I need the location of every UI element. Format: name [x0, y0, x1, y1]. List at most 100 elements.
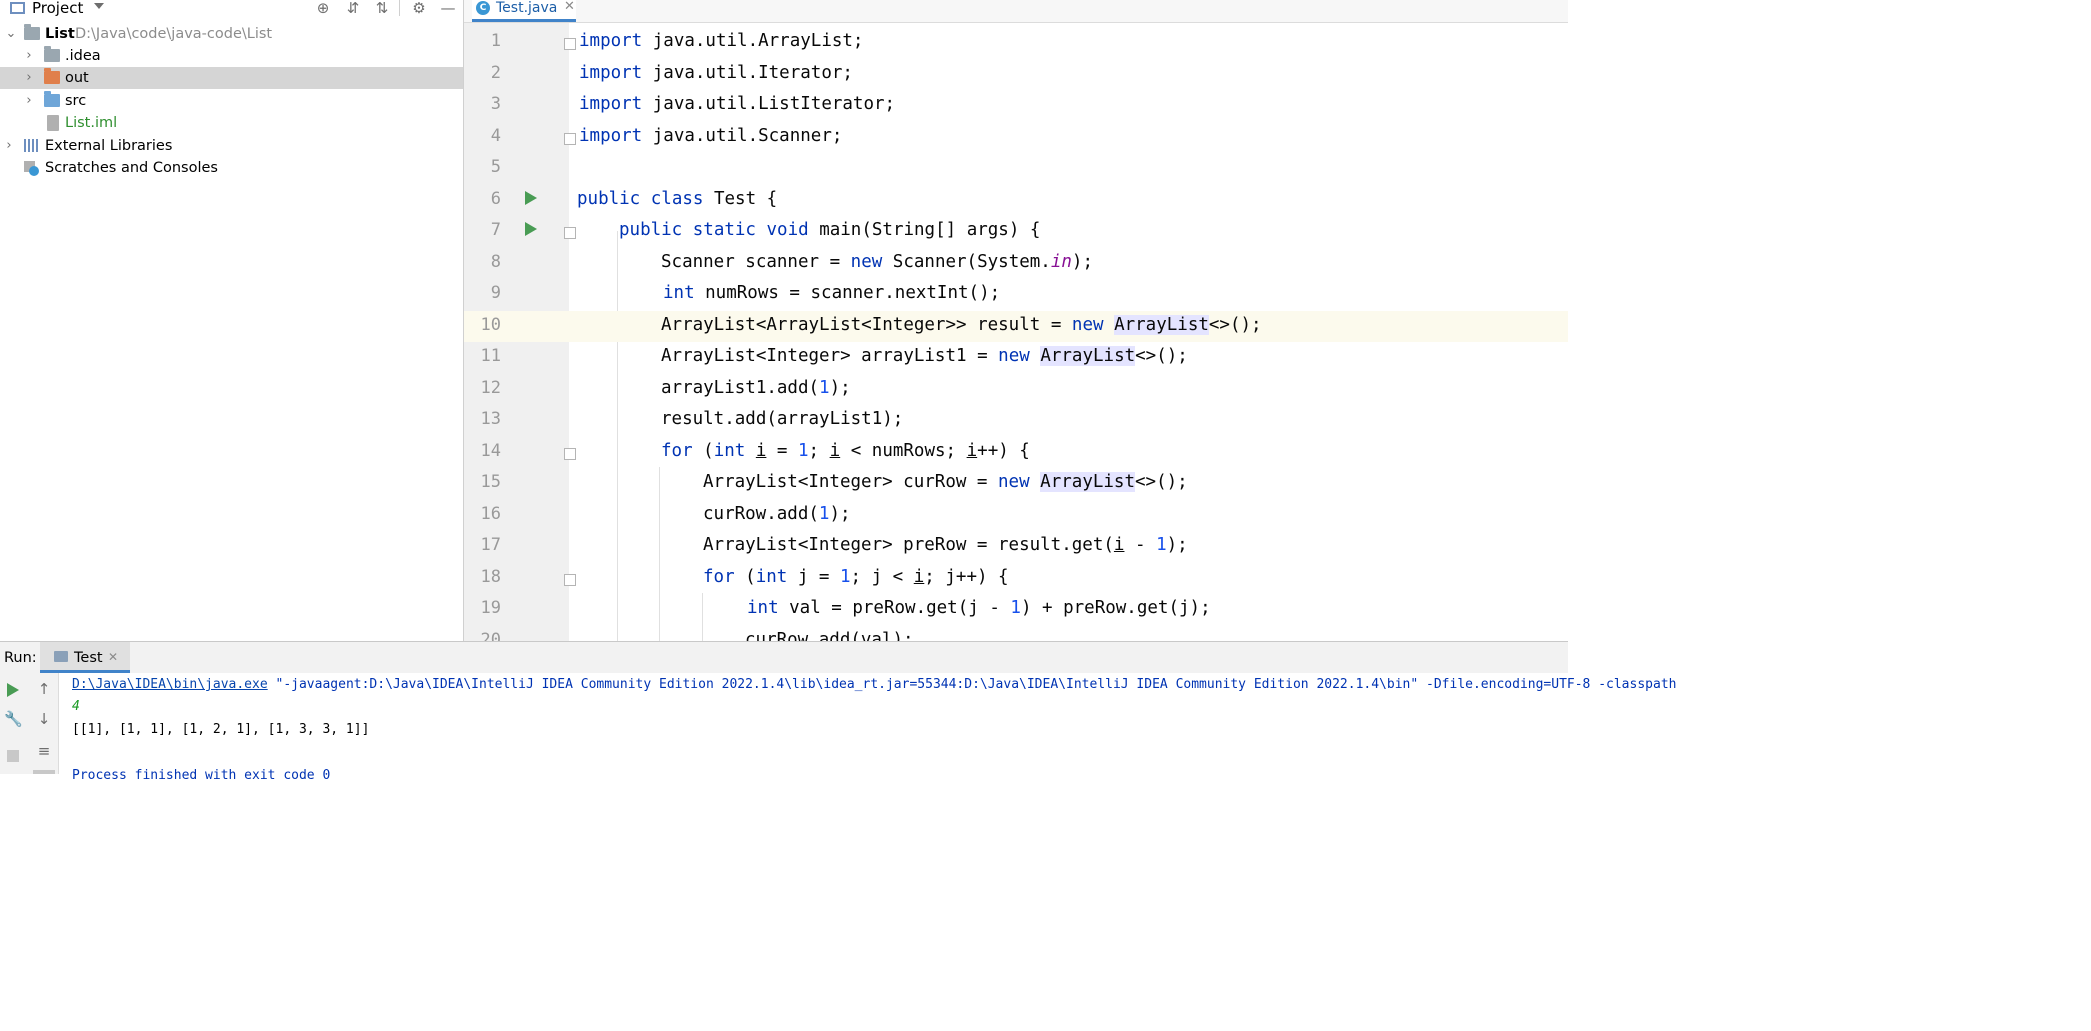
code-line[interactable]: 16 curRow.add(1);: [464, 500, 1568, 532]
code-line[interactable]: 12 arrayList1.add(1);: [464, 374, 1568, 406]
close-icon[interactable]: ✕: [108, 650, 118, 664]
line-number[interactable]: 9: [464, 283, 501, 303]
chevron-down-icon[interactable]: ⌄: [4, 23, 18, 45]
tree-item-external-libraries[interactable]: › External Libraries: [0, 135, 463, 157]
tree-item-idea[interactable]: › .idea: [0, 45, 463, 67]
fold-icon[interactable]: [564, 573, 576, 586]
code-line[interactable]: 8 Scanner scanner = new Scanner(System.i…: [464, 248, 1568, 280]
code-line[interactable]: 9 int numRows = scanner.nextInt();: [464, 279, 1568, 311]
minimize-icon[interactable]: —: [438, 0, 458, 18]
fold-icon[interactable]: [564, 227, 576, 239]
token: <>();: [1135, 472, 1188, 492]
code-line[interactable]: 19 int val = preRow.get(j - 1) + preRow.…: [464, 594, 1568, 626]
soft-wrap-icon[interactable]: ≡: [35, 742, 53, 760]
folder-icon: [44, 46, 60, 62]
code-line[interactable]: 3 import java.util.ListIterator;: [464, 90, 1568, 122]
libraries-icon: [24, 139, 40, 152]
chevron-right-icon[interactable]: ›: [2, 135, 16, 157]
rerun-icon[interactable]: [7, 683, 19, 697]
arrow-up-icon[interactable]: ↑: [35, 680, 53, 698]
code-text: import java.util.Iterator;: [579, 63, 853, 83]
line-number[interactable]: 12: [464, 378, 501, 398]
token: i: [829, 440, 841, 461]
console-output[interactable]: D:\Java\IDEA\bin\java.exe "-javaagent:D:…: [72, 677, 1676, 783]
token: i: [966, 440, 978, 461]
chevron-right-icon[interactable]: ›: [22, 90, 36, 112]
console-output-line: [[1], [1, 1], [1, 2, 1], [1, 3, 3, 1]]: [72, 722, 370, 737]
run-gutter-icon[interactable]: [525, 222, 537, 236]
console-exe-link[interactable]: D:\Java\IDEA\bin\java.exe: [72, 677, 268, 692]
code-line-current[interactable]: 10 ArrayList<ArrayList<Integer>> result …: [464, 310, 1568, 342]
code-line[interactable]: 14 for (int i = 1; i < numRows; i++) {: [464, 437, 1568, 469]
token: java.util.Iterator;: [642, 62, 853, 83]
tree-item-src[interactable]: › src: [0, 90, 463, 112]
scratches-icon: [24, 161, 40, 176]
code-line[interactable]: 20 curRow.add(val);: [464, 626, 1568, 642]
fold-icon[interactable]: [564, 132, 576, 145]
token: <>();: [1208, 314, 1262, 335]
code-text: arrayList1.add(1);: [661, 378, 851, 398]
tree-item-out[interactable]: › out: [0, 67, 463, 89]
stop-icon[interactable]: [7, 750, 19, 762]
source-folder-icon: [44, 91, 60, 107]
tree-item-list-iml[interactable]: List.iml: [0, 112, 463, 134]
code-text: import java.util.Scanner;: [579, 126, 842, 146]
locate-icon[interactable]: ⊕: [313, 0, 333, 18]
line-number[interactable]: 1: [464, 31, 501, 51]
code-line[interactable]: 1 import java.util.ArrayList;: [464, 27, 1568, 59]
code-text: Scanner scanner = new Scanner(System.in)…: [661, 252, 1093, 272]
project-title[interactable]: Project: [32, 0, 83, 17]
code-line[interactable]: 2 import java.util.Iterator;: [464, 59, 1568, 91]
tree-item-scratches[interactable]: Scratches and Consoles: [0, 157, 463, 179]
gear-icon[interactable]: ⚙: [409, 0, 429, 18]
tree-item-label: List.iml: [65, 115, 118, 131]
code-line[interactable]: 5: [464, 153, 1568, 185]
code-line[interactable]: 7 public static void main(String[] args)…: [464, 216, 1568, 248]
line-number[interactable]: 16: [464, 504, 501, 524]
java-class-icon: C: [476, 1, 490, 15]
chevron-right-icon[interactable]: ›: [22, 45, 36, 67]
wrench-icon[interactable]: 🔧: [4, 710, 23, 728]
line-number[interactable]: 8: [464, 252, 501, 272]
line-number[interactable]: 19: [464, 598, 501, 618]
line-number[interactable]: 5: [464, 157, 501, 177]
tree-item-list[interactable]: ⌄ List D:\Java\code\java-code\List: [0, 23, 463, 45]
line-number[interactable]: 2: [464, 63, 501, 83]
run-tab-test[interactable]: Test ✕: [40, 642, 130, 673]
code-line[interactable]: 11 ArrayList<Integer> arrayList1 = new A…: [464, 342, 1568, 374]
line-number[interactable]: 20: [464, 630, 501, 642]
line-number[interactable]: 7: [464, 220, 501, 240]
line-number[interactable]: 14: [464, 441, 501, 461]
tab-test-java[interactable]: C Test.java ✕: [472, 0, 576, 22]
line-number[interactable]: 13: [464, 409, 501, 429]
token: int: [663, 283, 695, 303]
run-gutter-icon[interactable]: [525, 190, 537, 205]
line-number[interactable]: 17: [464, 535, 501, 555]
token: public class: [577, 188, 704, 209]
token: new: [998, 346, 1030, 366]
fold-icon[interactable]: [564, 38, 576, 50]
arrow-down-icon[interactable]: ↓: [35, 710, 53, 728]
line-number[interactable]: 18: [464, 567, 501, 587]
token: import: [579, 94, 643, 114]
code-line[interactable]: 4 import java.util.Scanner;: [464, 122, 1568, 154]
line-number[interactable]: 15: [464, 472, 501, 492]
code-line[interactable]: 17 ArrayList<Integer> preRow = result.ge…: [464, 531, 1568, 563]
chevron-right-icon[interactable]: ›: [22, 67, 36, 89]
token: ArrayList: [1114, 314, 1209, 335]
fold-icon[interactable]: [564, 447, 576, 460]
line-number[interactable]: 4: [464, 126, 501, 146]
line-number[interactable]: 11: [464, 346, 501, 366]
close-icon[interactable]: ✕: [564, 0, 575, 14]
print-icon[interactable]: [33, 770, 55, 774]
line-number[interactable]: 10: [464, 315, 501, 335]
code-line[interactable]: 15 ArrayList<Integer> curRow = new Array…: [464, 468, 1568, 500]
collapse-all-icon[interactable]: ⇅: [372, 0, 392, 18]
expand-all-icon[interactable]: ⇵: [343, 0, 363, 18]
code-line[interactable]: 13 result.add(arrayList1);: [464, 405, 1568, 437]
chevron-down-icon[interactable]: [94, 3, 104, 9]
line-number[interactable]: 6: [464, 189, 501, 209]
code-line[interactable]: 6 public class Test {: [464, 185, 1568, 217]
line-number[interactable]: 3: [464, 94, 501, 114]
code-line[interactable]: 18 for (int j = 1; j < i; j++) {: [464, 563, 1568, 595]
